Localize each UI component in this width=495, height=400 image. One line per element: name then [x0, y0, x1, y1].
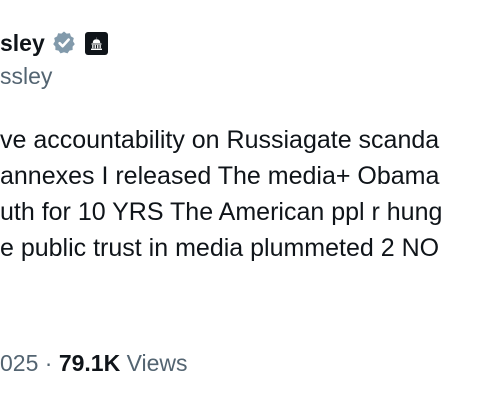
verified-badge-icon[interactable] [51, 30, 77, 56]
tweet-text-line: annexes I released The media+ Obama [0, 162, 440, 190]
views-count: 79.1K [58, 350, 121, 376]
tweet-date[interactable]: 025 [0, 350, 38, 376]
views-label: Views [126, 350, 188, 376]
meta-separator: · [44, 350, 53, 376]
government-building-icon[interactable] [84, 31, 108, 55]
tweet-text-line: uth for 10 YRS The American ppl r hung [0, 198, 443, 226]
author-name-row: sley [0, 28, 108, 58]
author-handle[interactable]: ssley [0, 62, 52, 90]
tweet-text-line: e public trust in media plummeted 2 NO [0, 234, 440, 262]
tweet-meta: 025 · 79.1K Views [0, 348, 188, 378]
author-display-name[interactable]: sley [0, 28, 45, 58]
tweet-text-line: ve accountability on Russiagate scanda [0, 126, 440, 154]
tweet-body: ve accountability on Russiagate scanda a… [0, 122, 442, 266]
